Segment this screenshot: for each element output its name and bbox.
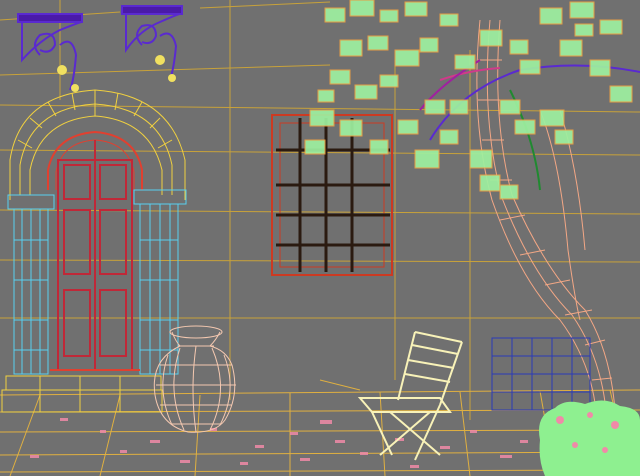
3d-wireframe-viewport[interactable] xyxy=(0,0,640,476)
flower-bush xyxy=(539,400,640,476)
scene-canvas[interactable] xyxy=(0,0,640,476)
